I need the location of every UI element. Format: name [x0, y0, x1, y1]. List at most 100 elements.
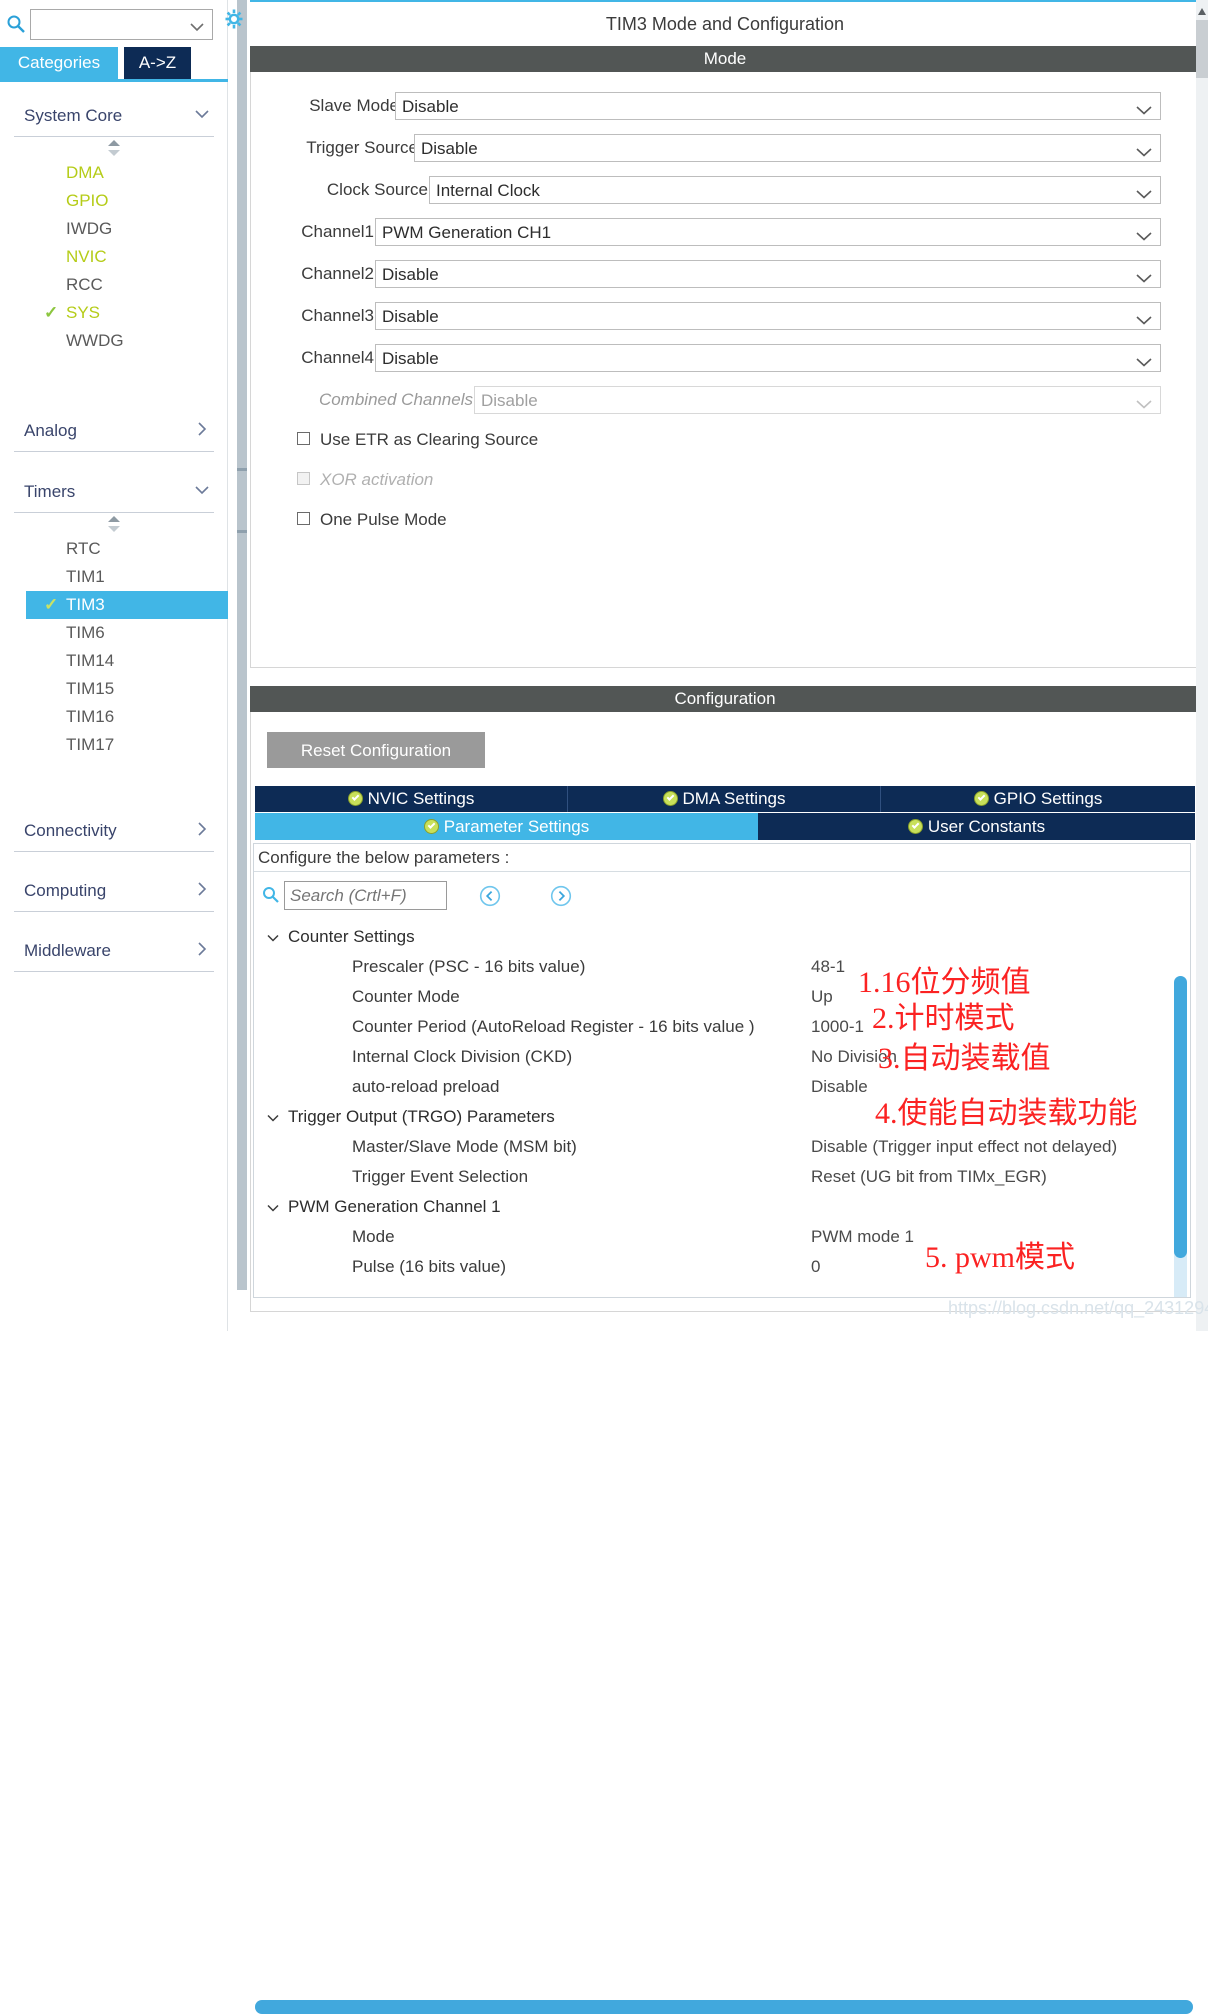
sidebar-item-tim1[interactable]: TIM1: [14, 563, 214, 591]
parameter-value[interactable]: Reset (UG bit from TIMx_EGR): [811, 1162, 1047, 1192]
checkbox-box: [297, 472, 310, 485]
field-value: Disable: [382, 307, 439, 326]
parameter-group-label: Trigger Output (TRGO) Parameters: [288, 1107, 555, 1126]
sidebar-item-rtc[interactable]: RTC: [14, 535, 214, 563]
parameter-vertical-scrollbar[interactable]: [1174, 976, 1187, 1297]
sidebar-items-system-core: DMA GPIO IWDG NVIC RCC ✓ SYS WWDG: [14, 159, 214, 355]
sidebar-group-header-connectivity[interactable]: Connectivity: [14, 809, 214, 852]
sidebar-group-header-computing[interactable]: Computing: [14, 869, 214, 912]
window-vertical-scrollbar[interactable]: [1196, 0, 1208, 1331]
reset-configuration-button[interactable]: Reset Configuration: [267, 732, 485, 768]
parameter-group-counter-settings[interactable]: Counter Settings: [254, 922, 1190, 952]
tab-gpio-settings[interactable]: GPIO Settings: [881, 786, 1195, 812]
tab-user-constants[interactable]: User Constants: [758, 813, 1195, 840]
configure-note: Configure the below parameters :: [254, 844, 1190, 872]
check-icon: ✓: [44, 303, 59, 322]
checkbox-box[interactable]: [297, 512, 310, 525]
sidebar-group-middleware: Middleware: [14, 929, 214, 972]
sidebar-group-label: Connectivity: [24, 821, 117, 840]
field-combined-channels: Combined Channels Disable: [251, 386, 1161, 414]
scrollbar-thumb[interactable]: [1174, 976, 1187, 1258]
parameter-value[interactable]: 48-1: [811, 952, 845, 982]
checkbox-box[interactable]: [297, 432, 310, 445]
channel4-dropdown[interactable]: Disable: [375, 344, 1161, 372]
sidebar-item-sys[interactable]: ✓ SYS: [14, 299, 214, 327]
tab-nvic-settings[interactable]: NVIC Settings: [255, 786, 568, 812]
parameter-value[interactable]: 0: [811, 1252, 820, 1282]
parameter-value[interactable]: 1000-1: [811, 1012, 864, 1042]
gear-icon[interactable]: [224, 8, 244, 30]
chevron-left-circle-icon[interactable]: [479, 885, 501, 907]
parameter-label: Trigger Event Selection: [352, 1167, 529, 1186]
channel2-dropdown[interactable]: Disable: [375, 260, 1161, 288]
tab-label: NVIC Settings: [367, 789, 475, 808]
field-label: Channel1: [301, 222, 374, 241]
sidebar-tabs: Categories A->Z: [0, 47, 228, 79]
sidebar-item-nvic[interactable]: NVIC: [14, 243, 214, 271]
sidebar-item-label: IWDG: [66, 219, 113, 238]
scrollbar-thumb[interactable]: [255, 2000, 1193, 2014]
parameter-label: Pulse (16 bits value): [352, 1257, 507, 1276]
sidebar-group-header-timers[interactable]: Timers: [14, 470, 214, 513]
splitter-grip[interactable]: [237, 530, 247, 533]
sidebar-item-tim15[interactable]: TIM15: [14, 675, 214, 703]
sidebar-item-label: RTC: [66, 539, 101, 558]
splitter-grip[interactable]: [237, 468, 247, 471]
sidebar-item-tim17[interactable]: TIM17: [14, 731, 214, 759]
tab-dma-settings[interactable]: DMA Settings: [568, 786, 881, 812]
chevron-down-icon[interactable]: [266, 1200, 280, 1214]
sidebar-item-dma[interactable]: DMA: [14, 159, 214, 187]
sidebar-group-header-system-core[interactable]: System Core: [14, 94, 214, 137]
sidebar-item-tim14[interactable]: TIM14: [14, 647, 214, 675]
parameter-value[interactable]: PWM mode 1: [811, 1222, 914, 1252]
sidebar-group-header-analog[interactable]: Analog: [14, 409, 214, 452]
configuration-section-header: Configuration: [250, 686, 1200, 712]
sidebar-item-label: NVIC: [66, 247, 107, 266]
check-icon: ✓: [44, 595, 59, 614]
checkbox-label: XOR activation: [320, 470, 434, 489]
parameter-value[interactable]: Up: [811, 982, 833, 1012]
sidebar-item-gpio[interactable]: GPIO: [14, 187, 214, 215]
sidebar-item-tim3[interactable]: ✓ TIM3: [26, 591, 228, 619]
chevron-right-icon: [194, 821, 210, 837]
channel3-dropdown[interactable]: Disable: [375, 302, 1161, 330]
parameter-row-counter-mode[interactable]: Counter Mode Up: [254, 982, 1190, 1012]
scroll-up-arrow-icon[interactable]: [1197, 4, 1207, 15]
sidebar-scroll-spinner[interactable]: [14, 137, 214, 159]
parameter-row-master-slave-mode[interactable]: Master/Slave Mode (MSM bit) Disable (Tri…: [254, 1132, 1190, 1162]
chevron-down-icon[interactable]: [266, 1110, 280, 1124]
panel-splitter[interactable]: [228, 0, 250, 1331]
parameter-value[interactable]: Disable (Trigger input effect not delaye…: [811, 1132, 1117, 1162]
parameter-label: Internal Clock Division (CKD): [352, 1047, 573, 1066]
chevron-down-icon: [190, 19, 204, 32]
sidebar-group-header-middleware[interactable]: Middleware: [14, 929, 214, 972]
sidebar-item-label: TIM15: [66, 679, 115, 698]
parameter-row-prescaler[interactable]: Prescaler (PSC - 16 bits value) 48-1: [254, 952, 1190, 982]
tab-a-to-z[interactable]: A->Z: [124, 47, 191, 79]
slave-mode-dropdown[interactable]: Disable: [395, 92, 1161, 120]
chevron-right-circle-icon[interactable]: [550, 885, 572, 907]
parameter-search-input[interactable]: [284, 881, 447, 910]
sidebar-search-combobox[interactable]: [30, 9, 213, 40]
scrollbar-thumb[interactable]: [1196, 20, 1208, 78]
parameter-group-pwm-generation-channel-1[interactable]: PWM Generation Channel 1: [254, 1192, 1190, 1222]
splitter-bar[interactable]: [237, 0, 247, 1290]
parameter-horizontal-scrollbar[interactable]: [255, 2000, 1193, 2014]
annotation-5: 5. pwm模式: [925, 1241, 1075, 1274]
field-value: Disable: [481, 391, 538, 410]
sidebar-item-rcc[interactable]: RCC: [14, 271, 214, 299]
sidebar-scroll-spinner[interactable]: [14, 513, 214, 535]
chevron-down-icon[interactable]: [266, 930, 280, 944]
sidebar-item-label: TIM17: [66, 735, 115, 754]
tab-parameter-settings[interactable]: Parameter Settings: [255, 813, 758, 840]
sidebar-item-iwdg[interactable]: IWDG: [14, 215, 214, 243]
sidebar-item-tim6[interactable]: TIM6: [14, 619, 214, 647]
parameter-row-trigger-event-selection[interactable]: Trigger Event Selection Reset (UG bit fr…: [254, 1162, 1190, 1192]
tab-categories[interactable]: Categories: [0, 47, 118, 79]
channel1-dropdown[interactable]: PWM Generation CH1: [375, 218, 1161, 246]
sidebar-item-tim16[interactable]: TIM16: [14, 703, 214, 731]
sidebar-item-wwdg[interactable]: WWDG: [14, 327, 214, 355]
parameter-value[interactable]: Disable: [811, 1072, 868, 1102]
clock-source-dropdown[interactable]: Internal Clock: [429, 176, 1161, 204]
trigger-source-dropdown[interactable]: Disable: [414, 134, 1161, 162]
